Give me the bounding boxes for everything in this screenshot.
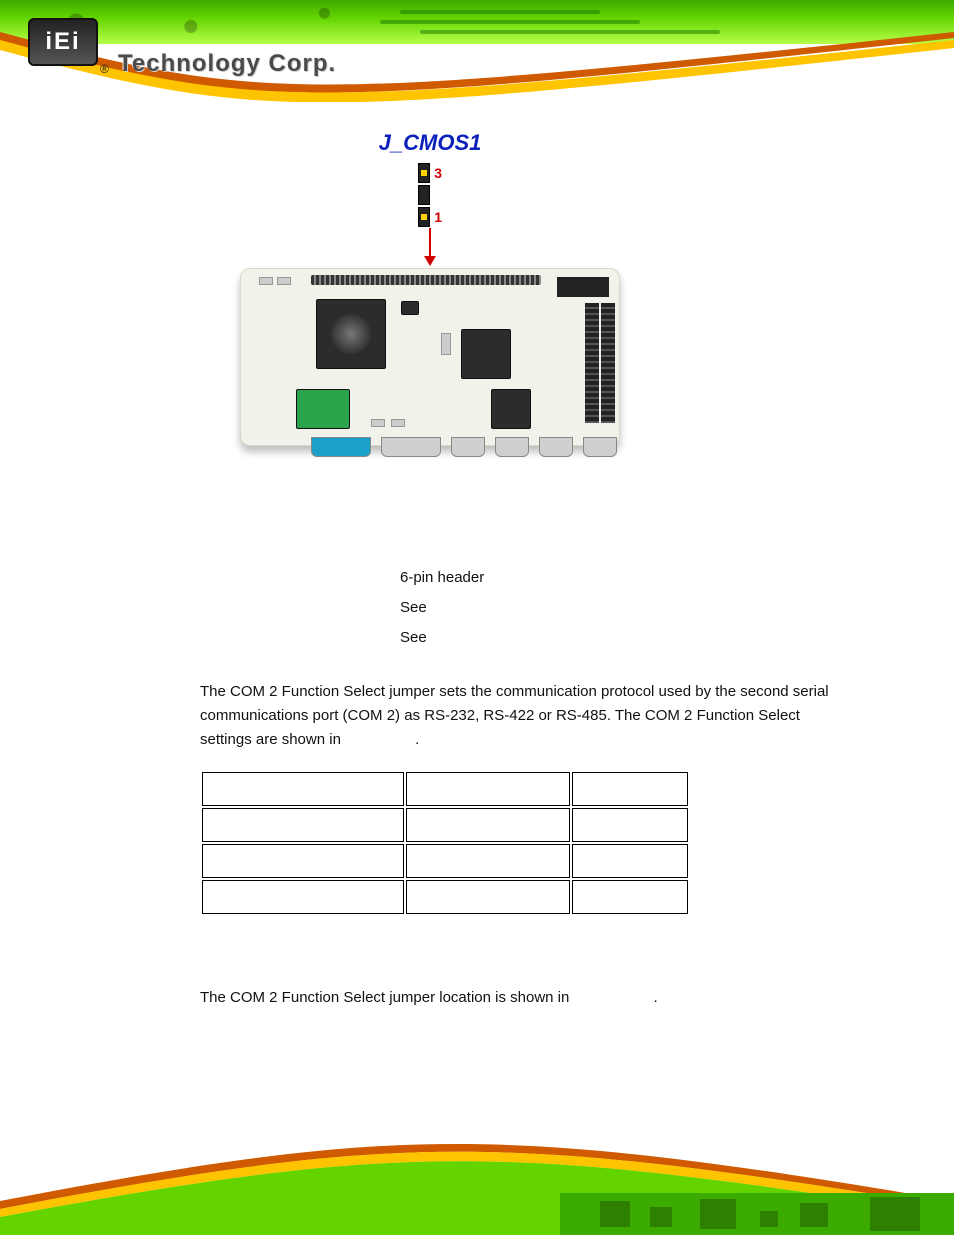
jumper-location-figure: J_CMOS1 3 0 1: [190, 130, 670, 446]
paragraph2-text: The COM 2 Function Select jumper locatio…: [200, 989, 569, 1006]
registered-mark: ®: [100, 62, 109, 76]
spec-location-value: See: [400, 596, 427, 620]
brand-logo: iEi: [28, 18, 98, 66]
spec-row-location: See: [200, 596, 850, 620]
paragraph2-tail: .: [654, 989, 658, 1006]
page-header-banner: iEi ® Technology Corp.: [0, 0, 954, 100]
description-paragraph: The COM 2 Function Select jumper sets th…: [200, 680, 850, 752]
page-body: 6-pin header See See The COM 2 Function …: [200, 560, 850, 1028]
spec-row-type: 6-pin header: [200, 566, 850, 590]
location-paragraph: The COM 2 Function Select jumper locatio…: [200, 986, 850, 1010]
spec-row-settings: See: [200, 626, 850, 650]
logo-mark: iEi: [28, 18, 98, 66]
spec-list: 6-pin header See See: [200, 566, 850, 650]
board-illustration: [240, 268, 620, 446]
paragraph1-tail: .: [415, 731, 419, 748]
paragraph1-text: The COM 2 Function Select jumper sets th…: [200, 683, 829, 748]
table-row: [202, 808, 688, 842]
brand-name: Technology Corp.: [118, 50, 336, 78]
settings-table: [200, 770, 690, 916]
jumper-diagram: 3 0 1: [418, 162, 442, 228]
logo-text: iEi: [45, 28, 80, 56]
table-row: [202, 844, 688, 878]
table-row: [202, 772, 688, 806]
pin-label-3: 3: [434, 165, 442, 181]
pin-label-1: 1: [434, 209, 442, 225]
jumper-callout-label: J_CMOS1: [190, 130, 670, 156]
callout-arrow: [429, 228, 431, 264]
page-footer-banner: [0, 1115, 954, 1235]
spec-settings-value: See: [400, 626, 427, 650]
spec-type-value: 6-pin header: [400, 566, 484, 590]
table-row: [202, 880, 688, 914]
